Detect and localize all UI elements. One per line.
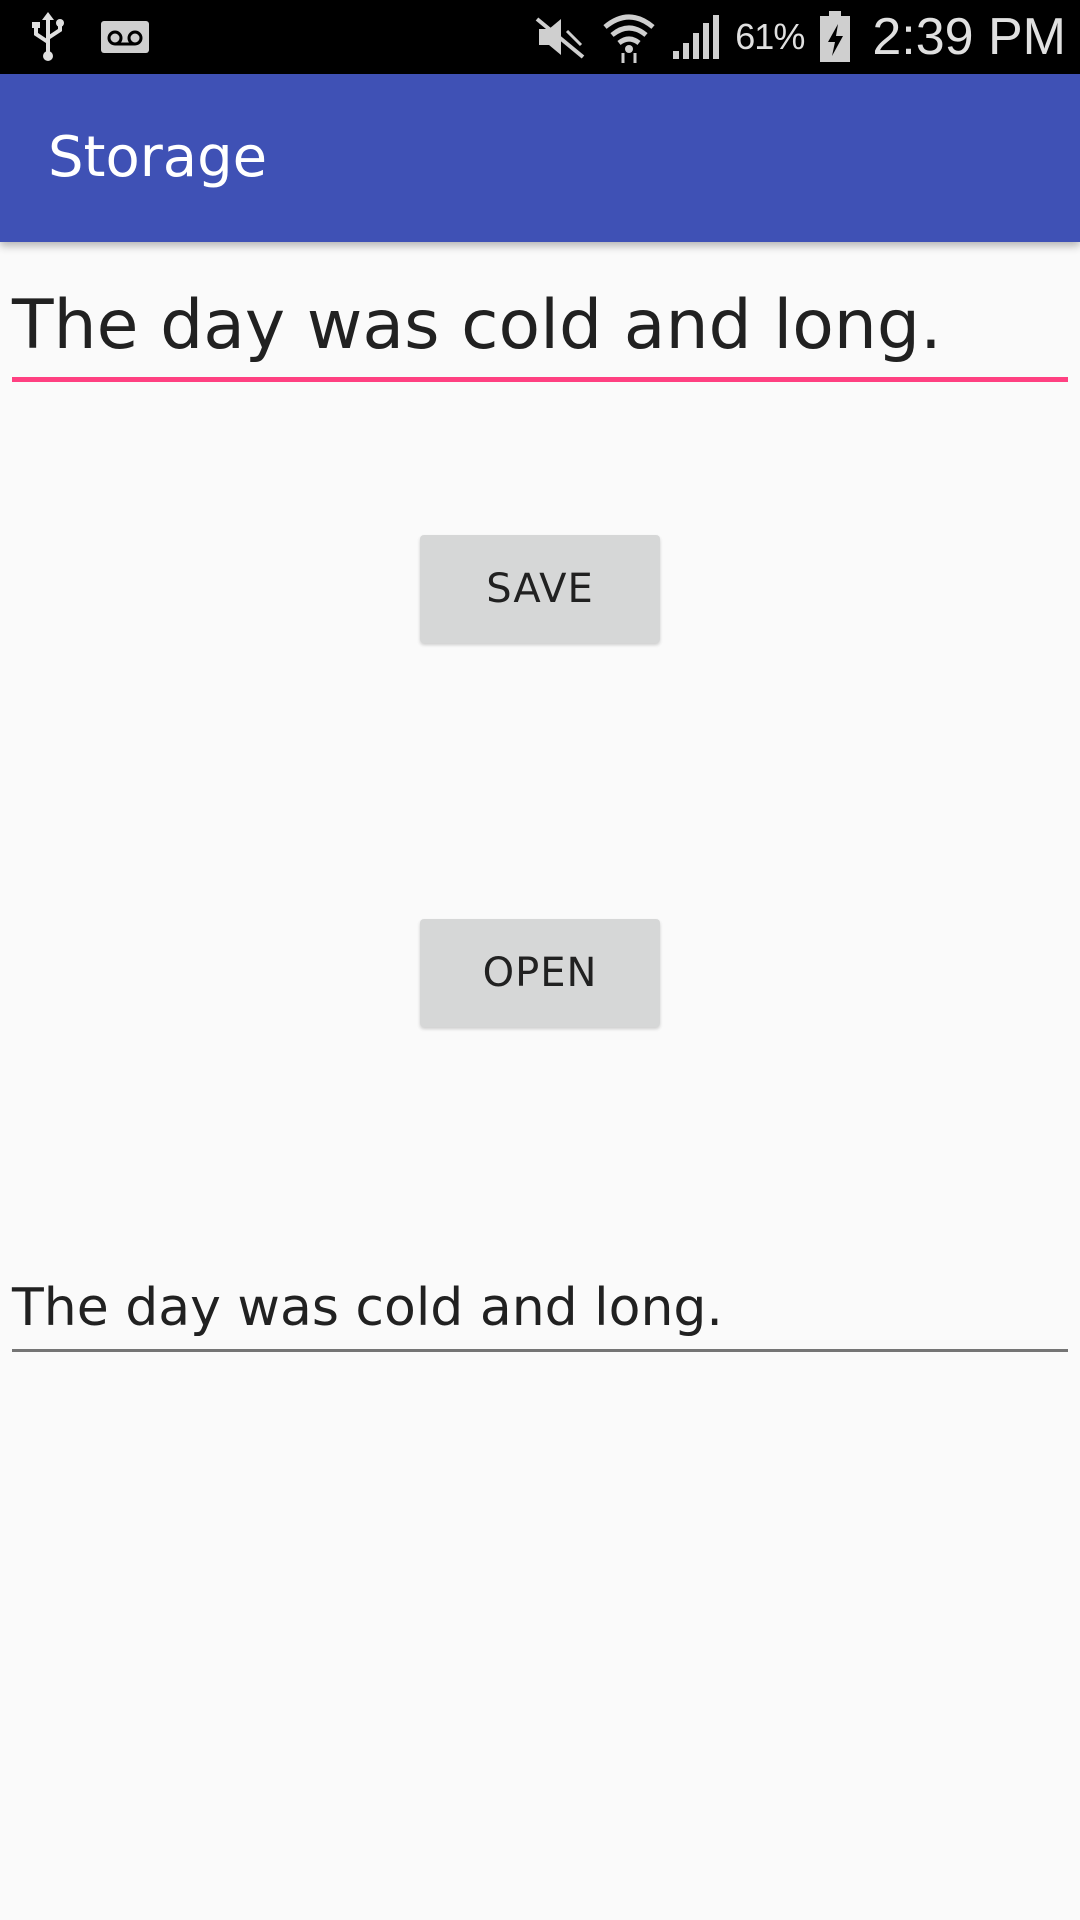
app-title: Storage — [48, 125, 268, 190]
clock: 2:39 PM — [872, 8, 1066, 66]
open-button[interactable]: OPEN — [420, 919, 660, 1027]
output-text-field[interactable]: The day was cold and long. — [12, 1268, 1068, 1352]
wifi-icon — [601, 9, 657, 65]
voicemail-icon — [100, 20, 150, 54]
mute-icon — [533, 13, 587, 61]
status-left — [30, 0, 150, 74]
save-button[interactable]: SAVE — [420, 535, 660, 643]
signal-icon — [671, 13, 721, 61]
status-right: 61% 2:39 PM — [533, 0, 1066, 74]
status-bar: 61% 2:39 PM — [0, 0, 1080, 74]
usb-icon — [30, 12, 66, 62]
battery-charging-icon — [818, 10, 852, 64]
app-bar: Storage — [0, 74, 1080, 242]
input-text-field[interactable]: The day was cold and long. — [12, 278, 1068, 382]
battery-percent: 61% — [735, 16, 805, 57]
screen: 61% 2:39 PM Storage The day was cold and… — [0, 0, 1080, 1920]
